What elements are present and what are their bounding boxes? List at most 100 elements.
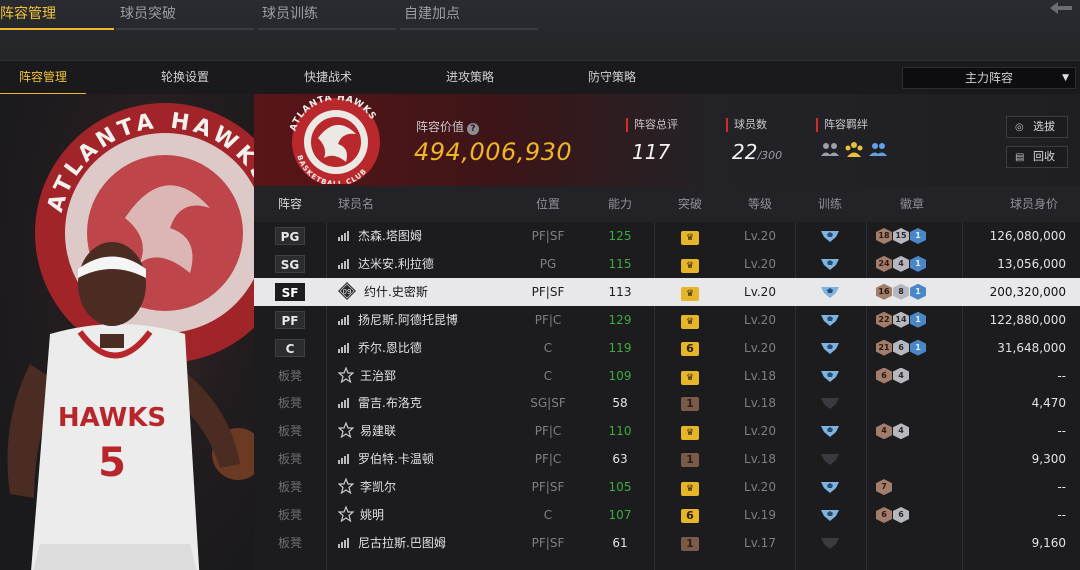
subtab-defense-strategy[interactable]: 防守策略 xyxy=(557,61,667,95)
badge-hex-icon[interactable]: 16 xyxy=(876,283,892,300)
subtab-rotation-settings[interactable]: 轮换设置 xyxy=(130,61,240,95)
player-name[interactable]: 易建联 xyxy=(338,417,518,445)
player-name[interactable]: 王治郅 xyxy=(338,362,518,390)
player-name[interactable]: 李凯尔 xyxy=(338,473,518,501)
training-icon[interactable] xyxy=(820,508,840,522)
badge-hex-icon[interactable]: 6 xyxy=(893,507,909,523)
top-tab-bar: 阵容管理 球员突破 球员训练 自建加点 xyxy=(0,0,1080,60)
badge-hex-icon[interactable]: 6 xyxy=(876,367,892,384)
breakthrough-badge[interactable]: 1 xyxy=(681,397,699,412)
bond-people-gray-icon[interactable] xyxy=(820,140,840,158)
training-icon[interactable] xyxy=(820,424,840,438)
crown-icon[interactable]: ♛ xyxy=(681,370,699,385)
table-row[interactable]: 板凳 尼古拉斯.巴图姆 PF|SF 61 1 Lv.17 9,160 xyxy=(254,529,1080,557)
subtab-lineup-management[interactable]: 阵容管理 xyxy=(0,61,86,95)
back-arrow-icon[interactable] xyxy=(1048,0,1074,20)
crown-icon[interactable]: ♛ xyxy=(681,314,699,329)
col-level[interactable]: 等级 xyxy=(728,186,792,222)
crown-icon[interactable]: ♛ xyxy=(681,258,699,273)
lineup-dropdown[interactable]: 主力阵容 ▼ xyxy=(902,67,1076,89)
subtab-offense-strategy[interactable]: 进攻策略 xyxy=(415,61,525,95)
badge-hex-icon[interactable]: 1 xyxy=(910,228,926,244)
table-row[interactable]: 板凳 罗伯特.卡温顿 PF|C 63 1 Lv.18 9,300 xyxy=(254,445,1080,473)
badge-hex-icon[interactable]: 8 xyxy=(893,283,909,300)
badge-hex-icon[interactable]: 24 xyxy=(876,255,892,272)
subtab-quick-tactics[interactable]: 快捷战术 xyxy=(273,61,383,95)
tab-player-breakthrough[interactable]: 球员突破 xyxy=(116,0,254,30)
table-row[interactable]: 板凳 雷吉.布洛克 SG|SF 58 1 Lv.18 4,470 xyxy=(254,389,1080,417)
training-icon[interactable] xyxy=(820,229,840,243)
player-name[interactable]: 09 约什.史密斯 xyxy=(338,278,518,306)
training-icon[interactable] xyxy=(820,285,840,299)
table-row[interactable]: SG 达米安.利拉德 PG 115 ♛ Lv.20 24 4 1 13,056,000 xyxy=(254,250,1080,278)
breakthrough-badge[interactable]: 6 xyxy=(681,341,699,356)
training-icon[interactable] xyxy=(820,480,840,494)
badge-hex-icon[interactable]: 22 xyxy=(876,311,892,328)
badge-hex-icon[interactable]: 15 xyxy=(893,228,909,244)
table-row[interactable]: 板凳 李凯尔 PF|SF 105 ♛ Lv.20 7 -- xyxy=(254,473,1080,501)
badge-hex-icon[interactable]: 1 xyxy=(910,255,926,272)
badge-hex-icon[interactable]: 4 xyxy=(876,423,892,440)
tab-custom-points[interactable]: 自建加点 xyxy=(400,0,538,30)
badge-hex-icon[interactable]: 6 xyxy=(876,507,892,523)
crown-icon[interactable]: ♛ xyxy=(681,482,699,497)
player-salary: -- xyxy=(1057,480,1066,495)
player-name[interactable]: 达米安.利拉德 xyxy=(338,250,518,278)
tab-player-training[interactable]: 球员训练 xyxy=(258,0,396,30)
breakthrough-badge[interactable]: 6 xyxy=(681,509,699,523)
badge-hex-icon[interactable]: 4 xyxy=(893,367,909,384)
player-name[interactable]: 雷吉.布洛克 xyxy=(338,389,518,417)
badge-hex-icon[interactable]: 4 xyxy=(893,423,909,440)
badge-group: 16 8 1 xyxy=(870,278,960,306)
badge-hex-icon[interactable]: 14 xyxy=(893,311,909,328)
bond-people-gold-icon[interactable] xyxy=(844,140,864,158)
col-badges[interactable]: 徽章 xyxy=(882,186,942,222)
col-training[interactable]: 训练 xyxy=(800,186,860,222)
training-icon[interactable] xyxy=(820,369,840,383)
table-row[interactable]: 板凳 易建联 PF|C 110 ♛ Lv.20 4 4 -- xyxy=(254,417,1080,445)
badge-hex-icon[interactable]: 6 xyxy=(893,339,909,356)
badge-hex-icon[interactable]: 1 xyxy=(910,339,926,356)
bond-people-blue-icon[interactable] xyxy=(868,140,888,158)
badge-hex-icon[interactable]: 18 xyxy=(876,228,892,244)
player-name[interactable]: 杰森.塔图姆 xyxy=(338,222,518,250)
player-name[interactable]: 姚明 xyxy=(338,501,518,529)
player-name[interactable]: 尼古拉斯.巴图姆 xyxy=(338,529,518,557)
crown-icon[interactable]: ♛ xyxy=(681,426,699,441)
player-name[interactable]: 罗伯特.卡温顿 xyxy=(338,445,518,473)
crown-icon[interactable]: ♛ xyxy=(681,286,699,301)
player-position: C xyxy=(543,508,553,522)
bond-icon-group[interactable] xyxy=(820,140,888,158)
badge-hex-icon[interactable]: 1 xyxy=(910,283,926,300)
training-icon[interactable] xyxy=(820,313,840,327)
col-lineup[interactable]: 阵容 xyxy=(254,186,326,222)
badge-hex-icon[interactable]: 7 xyxy=(876,479,892,496)
training-icon[interactable] xyxy=(820,257,840,271)
player-name[interactable]: 扬尼斯.阿德托昆博 xyxy=(338,306,518,334)
breakthrough-cell: ♛ xyxy=(658,278,722,306)
table-row[interactable]: 板凳 姚明 C 107 6 Lv.19 6 6 -- xyxy=(254,501,1080,529)
col-breakthrough[interactable]: 突破 xyxy=(658,186,722,222)
table-row[interactable]: 板凳 王治郅 C 109 ♛ Lv.18 6 4 -- xyxy=(254,362,1080,390)
badge-hex-icon[interactable]: 21 xyxy=(876,339,892,356)
badge-hex-icon[interactable]: 1 xyxy=(910,311,926,328)
crown-icon[interactable]: ♛ xyxy=(681,231,699,245)
player-name[interactable]: 乔尔.恩比德 xyxy=(338,334,518,362)
table-row[interactable]: SF 09 约什.史密斯 PF|SF 113 ♛ Lv.20 16 8 1 200,320,000 xyxy=(254,277,1080,306)
col-ability[interactable]: 能力 xyxy=(590,186,650,222)
table-row[interactable]: C 乔尔.恩比德 C 119 6 Lv.20 21 6 1 31,648,000 xyxy=(254,334,1080,362)
col-salary[interactable]: 球员身价 xyxy=(994,186,1074,222)
recycle-button[interactable]: ▤ 回收 xyxy=(1006,146,1068,168)
breakthrough-badge[interactable]: 1 xyxy=(681,536,699,551)
table-row[interactable]: PF 扬尼斯.阿德托昆博 PF|C 129 ♛ Lv.20 22 14 1 122,880,000 xyxy=(254,306,1080,334)
tab-lineup-management[interactable]: 阵容管理 xyxy=(0,0,114,30)
col-position[interactable]: 位置 xyxy=(518,186,578,222)
badge-hex-icon[interactable]: 4 xyxy=(893,255,909,272)
table-row[interactable]: PG 杰森.塔图姆 PF|SF 125 ♛ Lv.20 18 15 1 126,080,000 xyxy=(254,222,1080,250)
training-icon[interactable] xyxy=(820,341,840,355)
roster-table: 阵容 球员名 位置 能力 突破 等级 训练 徽章 球员身价 PG 杰森.塔图姆 PF… xyxy=(254,186,1080,570)
select-button[interactable]: ◎ 选拔 xyxy=(1006,116,1068,138)
col-name[interactable]: 球员名 xyxy=(338,186,378,222)
help-icon[interactable]: ? xyxy=(467,123,480,135)
breakthrough-badge[interactable]: 1 xyxy=(681,453,699,468)
